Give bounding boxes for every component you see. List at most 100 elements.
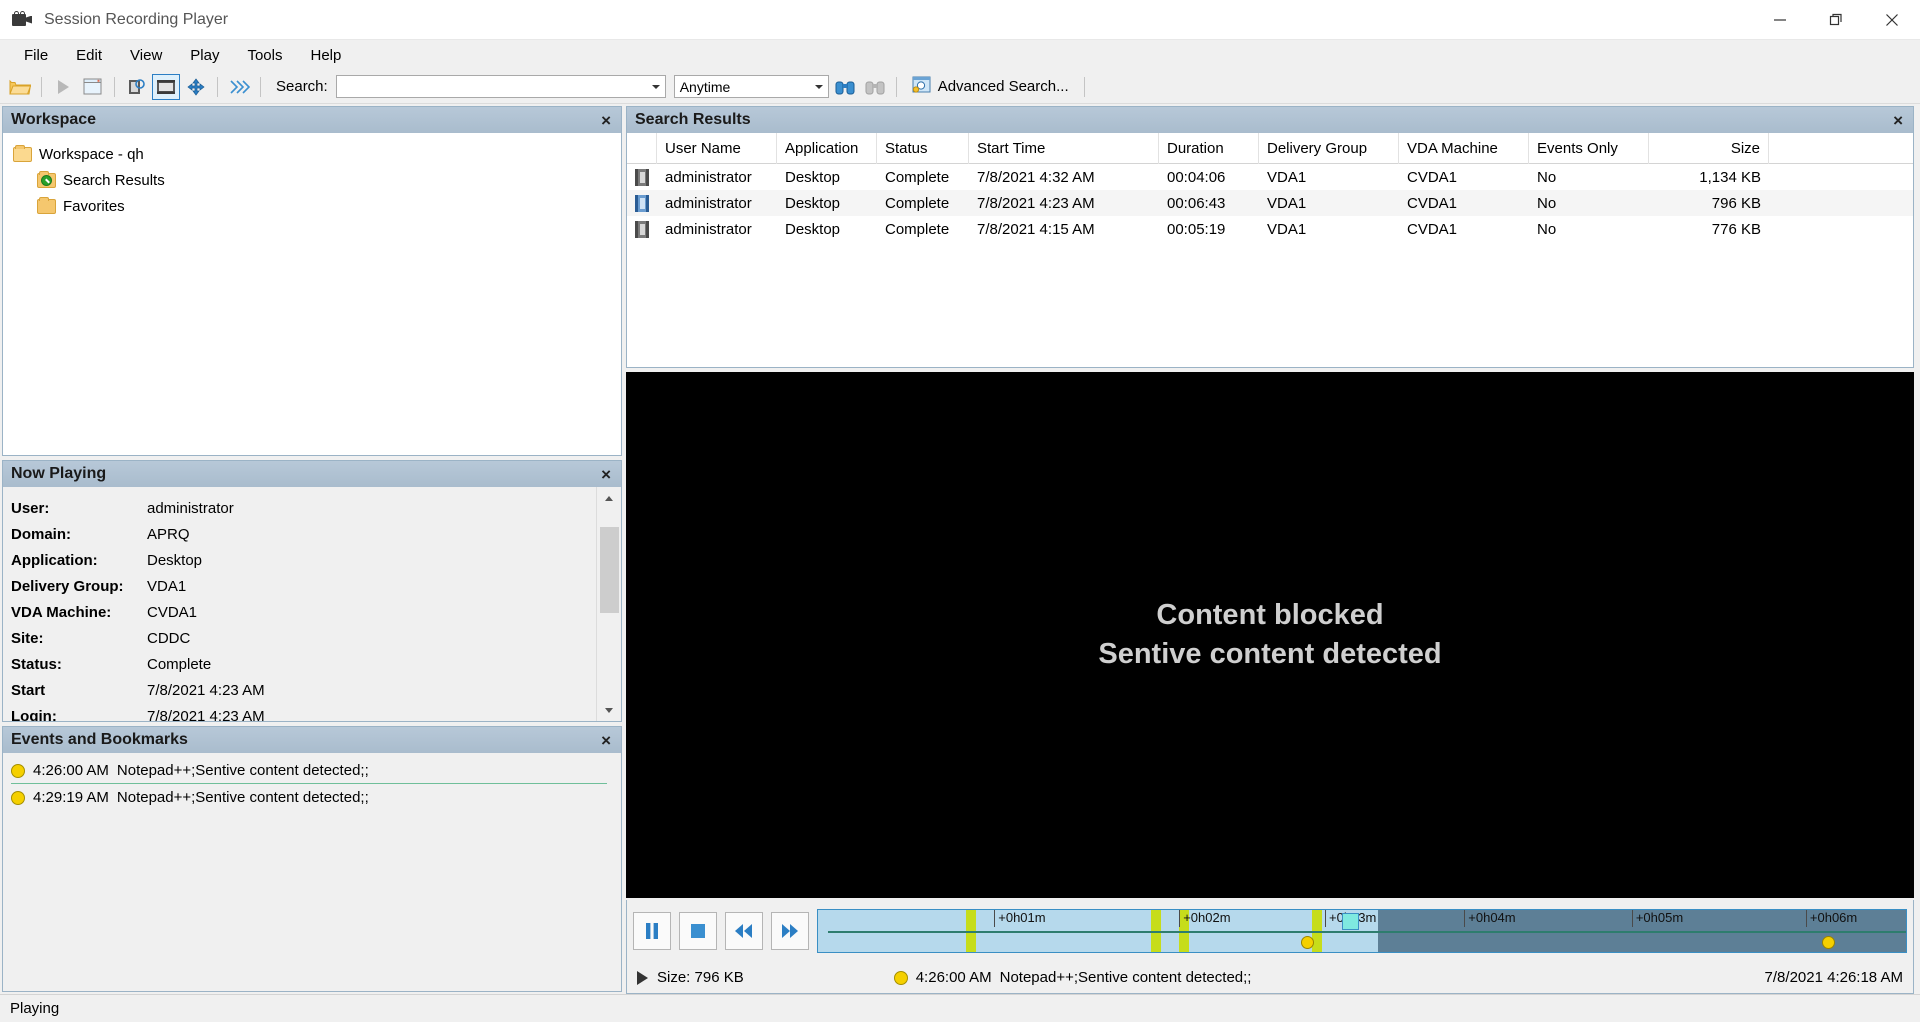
advanced-search-button[interactable]: Advanced Search... (904, 74, 1077, 100)
workspace-pane-header: Workspace × (3, 107, 621, 133)
cell-user-name: administrator (657, 216, 777, 242)
yellow-dot-icon (894, 971, 908, 985)
content-blocked-line1: Content blocked (1098, 596, 1441, 635)
film-icon[interactable] (122, 74, 150, 100)
sidebar-item-favorites[interactable]: Favorites (11, 193, 621, 219)
search-dropdown-chevron-down-icon[interactable] (648, 76, 665, 97)
recording-icon (627, 216, 657, 242)
cell-vda-machine: CVDA1 (1399, 216, 1529, 242)
time-filter-chevron-down-icon[interactable] (811, 76, 828, 97)
search-input[interactable] (337, 76, 648, 97)
fast-forward-button[interactable] (771, 912, 809, 950)
binoculars-icon[interactable] (831, 74, 859, 100)
now-playing-body: User: administrator Domain: APRQ Applica… (3, 487, 621, 721)
timeline-bookmark-icon[interactable] (1301, 936, 1314, 949)
menu-tools[interactable]: Tools (233, 43, 296, 68)
workspace-close-icon[interactable]: × (597, 112, 615, 129)
list-item[interactable]: 4:26:00 AM Notepad++;Sentive content det… (3, 757, 621, 784)
play-icon[interactable] (49, 74, 77, 100)
scroll-up-icon[interactable] (597, 487, 622, 509)
cell-size: 1,134 KB (1649, 164, 1769, 190)
column-start-time[interactable]: Start Time (969, 133, 1159, 164)
column-icon (627, 133, 657, 164)
cell-delivery-group: VDA1 (1259, 190, 1399, 216)
field-start-label: Start (11, 682, 147, 699)
pause-button[interactable] (633, 912, 671, 950)
sidebar-item-search-results[interactable]: Search Results (11, 167, 621, 193)
field-user-value: administrator (147, 500, 234, 517)
close-button[interactable] (1864, 0, 1920, 40)
scrollbar-thumb[interactable] (600, 527, 619, 613)
events-pane-header: Events and Bookmarks × (3, 727, 621, 753)
green-check-icon (37, 172, 57, 189)
now-playing-close-icon[interactable]: × (597, 466, 615, 483)
field-application: Application: Desktop (11, 547, 596, 573)
tree-root-workspace[interactable]: Workspace - qh (11, 141, 621, 167)
column-status[interactable]: Status (877, 133, 969, 164)
menu-play[interactable]: Play (176, 43, 233, 68)
workspace-title: Workspace (11, 111, 96, 129)
cell-vda-machine: CVDA1 (1399, 190, 1529, 216)
time-filter-combobox[interactable]: Anytime (674, 75, 829, 98)
column-user-name[interactable]: User Name (657, 133, 777, 164)
advanced-search-label: Advanced Search... (938, 78, 1069, 95)
field-user: User: administrator (11, 495, 596, 521)
session-viewer[interactable]: Content blocked Sentive content detected (626, 372, 1914, 898)
search-results-close-icon[interactable]: × (1889, 112, 1907, 129)
field-user-label: User: (11, 500, 147, 517)
fast-forward-icon[interactable] (225, 74, 253, 100)
advanced-search-icon (912, 76, 932, 98)
now-playing-scrollbar[interactable] (596, 487, 621, 721)
table-row[interactable]: administrator Desktop Complete 7/8/2021 … (627, 190, 1913, 216)
list-item[interactable]: 4:29:19 AM Notepad++;Sentive content det… (3, 784, 621, 811)
cell-start-time: 7/8/2021 4:23 AM (969, 190, 1159, 216)
field-vda-machine: VDA Machine: CVDA1 (11, 599, 596, 625)
folder-icon (37, 198, 57, 215)
play-triangle-icon (637, 971, 648, 985)
scroll-down-icon[interactable] (597, 699, 622, 721)
menu-bar: File Edit View Play Tools Help (0, 40, 1920, 70)
restore-button[interactable] (1808, 0, 1864, 40)
minimize-button[interactable] (1752, 0, 1808, 40)
menu-edit[interactable]: Edit (62, 43, 116, 68)
move-icon[interactable] (182, 74, 210, 100)
now-playing-pane: Now Playing × User: administrator Domain… (2, 460, 622, 722)
column-events-only[interactable]: Events Only (1529, 133, 1649, 164)
playback-timeline[interactable]: +0h01m +0h02m +0h03m +0h04m +0h05m +0h06… (817, 909, 1907, 953)
column-duration[interactable]: Duration (1159, 133, 1259, 164)
search-combobox[interactable] (336, 75, 666, 98)
timeline-playhead[interactable] (1342, 913, 1359, 930)
column-delivery-group[interactable]: Delivery Group (1259, 133, 1399, 164)
stop-button[interactable] (679, 912, 717, 950)
timeline-progress-line (828, 931, 1906, 933)
menu-file[interactable]: File (10, 43, 62, 68)
filmstrip-icon[interactable] (152, 74, 180, 100)
field-status: Status: Complete (11, 651, 596, 677)
sidebar-item-favorites-label: Favorites (63, 198, 125, 215)
window-icon[interactable] (79, 74, 107, 100)
content-blocked-message: Content blocked Sentive content detected (1098, 596, 1441, 673)
now-playing-fields: User: administrator Domain: APRQ Applica… (3, 487, 596, 721)
column-application[interactable]: Application (777, 133, 877, 164)
table-row[interactable]: administrator Desktop Complete 7/8/2021 … (627, 216, 1913, 242)
events-close-icon[interactable]: × (597, 732, 615, 749)
field-login-label: Login: (11, 708, 147, 722)
cell-status: Complete (877, 190, 969, 216)
column-size[interactable]: Size (1649, 133, 1769, 164)
menu-view[interactable]: View (116, 43, 176, 68)
search-results-title: Search Results (635, 111, 751, 129)
status-bar: Playing (0, 994, 1920, 1022)
now-playing-pane-header: Now Playing × (3, 461, 621, 487)
table-row[interactable]: administrator Desktop Complete 7/8/2021 … (627, 164, 1913, 190)
menu-help[interactable]: Help (297, 43, 356, 68)
cell-delivery-group: VDA1 (1259, 216, 1399, 242)
column-vda-machine[interactable]: VDA Machine (1399, 133, 1529, 164)
scrollbar-track[interactable] (597, 509, 622, 699)
cell-application: Desktop (777, 190, 877, 216)
binoculars-disabled-icon (861, 74, 889, 100)
session-recording-player-window: Session Recording Player File Edit Vi (0, 0, 1920, 1022)
rewind-button[interactable] (725, 912, 763, 950)
open-folder-icon[interactable] (6, 74, 34, 100)
timeline-tick: +0h02m (1179, 910, 1230, 927)
title-bar: Session Recording Player (0, 0, 1920, 40)
